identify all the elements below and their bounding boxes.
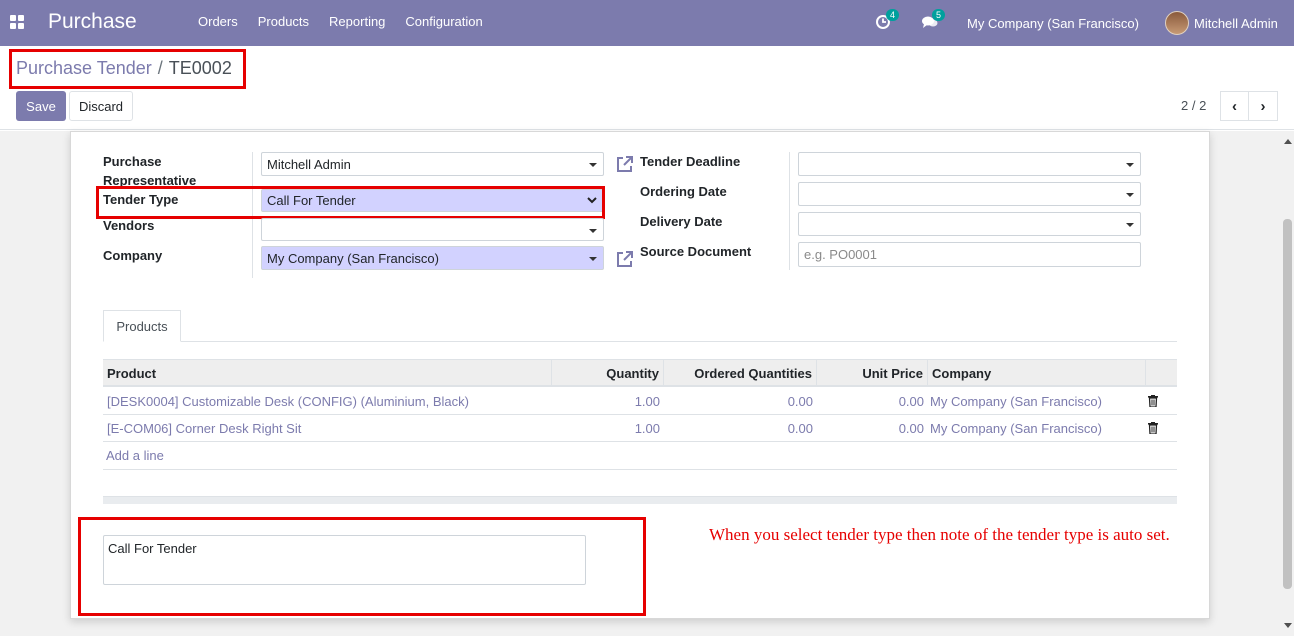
trash-icon[interactable] [1148,395,1158,407]
trash-icon[interactable] [1148,422,1158,434]
row-ordered-quantities[interactable]: 0.00 [664,415,817,442]
apps-menu-icon[interactable] [10,15,24,29]
messaging-menu[interactable]: 5 [922,0,946,46]
column-quantity[interactable]: Quantity [552,360,664,386]
discard-button[interactable]: Discard [69,91,133,121]
table-footer-bar [103,496,1177,504]
row-ordered-quantities[interactable]: 0.00 [664,388,817,415]
tender-deadline-field[interactable] [798,152,1141,176]
caret-down-icon [589,257,597,261]
activity-menu[interactable]: 4 [876,0,900,46]
app-brand[interactable]: Purchase [48,10,137,34]
pager-previous-button[interactable]: ‹ [1220,91,1249,121]
tender-deadline-label: Tender Deadline [640,154,741,169]
source-document-placeholder: e.g. PO0001 [804,247,877,262]
activity-badge: 4 [886,8,900,21]
column-ordered-quantities[interactable]: Ordered Quantities [664,360,817,386]
highlight-breadcrumb [9,49,246,89]
annotation-text: When you select tender type then note of… [709,525,1170,544]
highlight-tender-type [96,186,605,219]
pager-buttons: ‹ › [1220,91,1278,121]
vendors-label: Vendors [103,218,155,233]
message-badge: 5 [932,8,946,21]
vendors-field[interactable] [261,218,604,241]
menu-item-reporting[interactable]: Reporting [319,14,395,29]
tab-products[interactable]: Products [103,310,181,342]
source-document-input[interactable]: e.g. PO0001 [798,242,1141,267]
caret-down-icon [589,163,597,167]
column-unit-price[interactable]: Unit Price [817,360,928,386]
menu-item-configuration[interactable]: Configuration [395,14,492,29]
purchase-representative-value: Mitchell Admin [267,156,351,172]
company-switcher[interactable]: My Company (San Francisco) [967,0,1139,46]
separator [789,152,790,270]
pager-value: 2 / 2 [1181,98,1207,113]
user-name: Mitchell Admin [1194,15,1278,31]
row-quantity[interactable]: 1.00 [552,415,664,442]
delivery-date-label: Delivery Date [640,214,723,229]
column-product[interactable]: Product [103,360,552,386]
caret-down-icon [1126,193,1134,197]
caret-down-icon [589,229,597,233]
table-row[interactable]: [DESK0004] Customizable Desk (CONFIG) (A… [103,388,1177,415]
scrollbar[interactable] [1281,131,1294,636]
row-product[interactable]: [DESK0004] Customizable Desk (CONFIG) (A… [103,388,552,415]
top-navbar: Purchase Orders Products Reporting Confi… [0,0,1294,46]
company-label: Company [103,248,163,263]
column-company[interactable]: Company [928,360,1146,386]
external-link-icon[interactable] [615,249,635,269]
company-field[interactable]: My Company (San Francisco) [261,246,604,270]
row-unit-price[interactable]: 0.00 [817,388,928,415]
save-button[interactable]: Save [16,91,66,121]
ordering-date-field[interactable] [798,182,1141,206]
company-value: My Company (San Francisco) [267,250,439,266]
purchase-representative-label: Purchase Representative [103,154,197,188]
source-document-label: Source Document [640,244,752,259]
row-product[interactable]: [E-COM06] Corner Desk Right Sit [103,415,552,442]
chat-icon: 5 [922,8,946,32]
main-menu: Orders Products Reporting Configuration [188,14,493,29]
external-link-icon[interactable] [615,154,635,174]
caret-down-icon [1126,223,1134,227]
caret-down-icon [1126,163,1134,167]
chevron-left-icon: ‹ [1232,97,1237,115]
menu-item-products[interactable]: Products [248,14,319,29]
table-row[interactable]: [E-COM06] Corner Desk Right Sit 1.00 0.0… [103,415,1177,442]
clock-icon: 4 [876,8,900,32]
ordering-date-label: Ordering Date [640,184,727,199]
add-line-row [103,442,1177,470]
table-header: Product Quantity Ordered Quantities Unit… [103,359,1177,387]
avatar [1165,11,1189,35]
scroll-thumb[interactable] [1283,219,1292,589]
pager-next-button[interactable]: › [1249,91,1278,121]
chevron-right-icon: › [1260,97,1266,115]
scroll-up-arrow-icon[interactable] [1284,139,1292,144]
add-line-link[interactable]: Add a line [106,448,164,463]
delivery-date-field[interactable] [798,212,1141,236]
row-unit-price[interactable]: 0.00 [817,415,928,442]
note-textarea[interactable]: Call For Tender [103,535,586,585]
scroll-down-arrow-icon[interactable] [1284,623,1292,628]
tab-divider [103,341,1177,342]
row-quantity[interactable]: 1.00 [552,388,664,415]
purchase-representative-field[interactable]: Mitchell Admin [261,152,604,176]
user-menu[interactable]: Mitchell Admin [1165,0,1278,46]
menu-item-orders[interactable]: Orders [188,14,248,29]
row-company[interactable]: My Company (San Francisco) [926,388,1144,415]
row-company[interactable]: My Company (San Francisco) [926,415,1144,442]
